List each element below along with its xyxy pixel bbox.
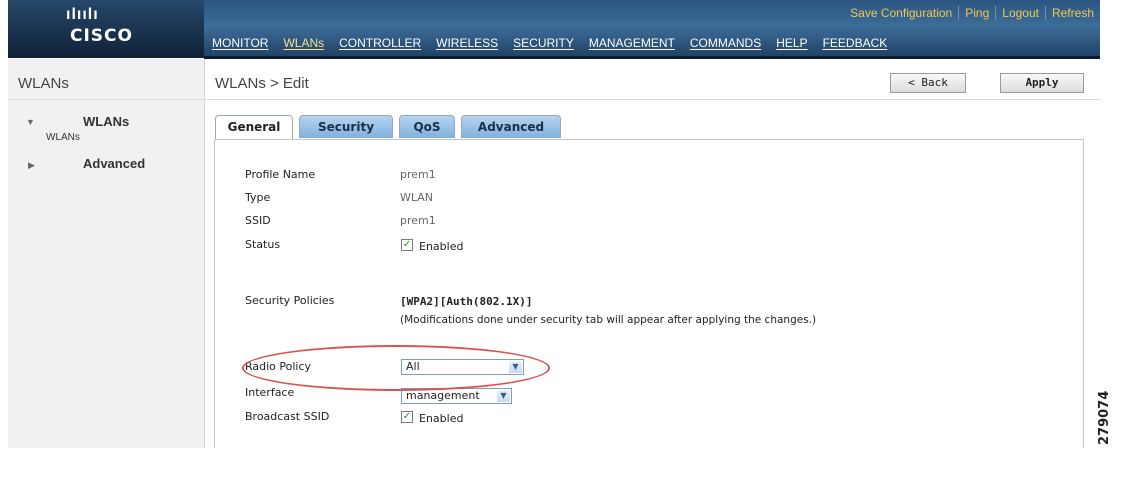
utility-links: Save Configuration Ping Logout Refresh <box>844 6 1100 20</box>
type-value: WLAN <box>400 191 434 204</box>
nav-wireless[interactable]: WIRELESS <box>436 36 498 50</box>
sidebar-item-advanced[interactable]: Advanced <box>83 156 145 171</box>
interface-label: Interface <box>245 386 295 399</box>
save-configuration-link[interactable]: Save Configuration <box>844 6 958 20</box>
profile-name-value: prem1 <box>400 168 436 181</box>
logo-text: CISCO <box>70 26 133 46</box>
broadcast-ssid-checkbox[interactable]: ✓ <box>401 411 413 423</box>
general-panel: Profile Name prem1 Type WLAN SSID prem1 … <box>214 139 1084 448</box>
chevron-down-icon[interactable]: ▼ <box>497 390 510 402</box>
back-button[interactable]: < Back <box>890 73 966 93</box>
security-policies-value: [WPA2][Auth(802.1X)] <box>400 295 533 308</box>
interface-selected: management <box>406 389 480 402</box>
sidebar: WLANs ▼ WLANs WLANs ▶ Advanced <box>8 59 205 448</box>
tab-qos[interactable]: QoS <box>399 115 455 138</box>
ping-link[interactable]: Ping <box>958 6 995 20</box>
cisco-logo: ılıılı CISCO <box>8 0 204 58</box>
status-label: Status <box>245 238 281 251</box>
sidebar-subitem-wlans[interactable]: WLANs <box>46 132 80 143</box>
profile-name-label: Profile Name <box>245 168 316 181</box>
sidebar-title: WLANs <box>18 75 69 92</box>
nav-feedback[interactable]: FEEDBACK <box>823 36 888 50</box>
ssid-label: SSID <box>245 214 271 227</box>
main-content: WLANs > Edit < Back Apply General Securi… <box>205 59 1100 448</box>
security-policies-note: (Modifications done under security tab w… <box>400 314 817 326</box>
tab-general[interactable]: General <box>215 115 293 139</box>
status-enabled-text: Enabled <box>419 240 464 253</box>
header: ılıılı CISCO Save Configuration Ping Log… <box>8 0 1100 59</box>
security-policies-label: Security Policies <box>245 294 335 307</box>
expanded-triangle-icon[interactable]: ▼ <box>26 117 35 127</box>
main-nav: MONITOR WLANs CONTROLLER WIRELESS SECURI… <box>212 36 902 50</box>
broadcast-ssid-label: Broadcast SSID <box>245 410 330 423</box>
logout-link[interactable]: Logout <box>995 6 1045 20</box>
nav-monitor[interactable]: MONITOR <box>212 36 268 50</box>
collapsed-triangle-icon[interactable]: ▶ <box>28 160 35 171</box>
type-label: Type <box>245 191 271 204</box>
ssid-value: prem1 <box>400 214 436 227</box>
tab-security[interactable]: Security <box>299 115 393 138</box>
nav-controller[interactable]: CONTROLLER <box>339 36 421 50</box>
nav-security[interactable]: SECURITY <box>513 36 574 50</box>
nav-management[interactable]: MANAGEMENT <box>589 36 675 50</box>
figure-id: 279074 <box>1097 390 1112 445</box>
nav-commands[interactable]: COMMANDS <box>690 36 761 50</box>
breadcrumb: WLANs > Edit <box>215 75 309 92</box>
screenshot: ılıılı CISCO Save Configuration Ping Log… <box>8 0 1100 448</box>
sidebar-item-wlans[interactable]: WLANs <box>83 114 129 129</box>
nav-help[interactable]: HELP <box>776 36 807 50</box>
refresh-link[interactable]: Refresh <box>1044 6 1100 20</box>
apply-button[interactable]: Apply <box>1000 73 1084 93</box>
main-divider <box>205 99 1100 100</box>
sidebar-divider <box>8 99 204 100</box>
cisco-bars-icon: ılıılı <box>66 6 99 23</box>
nav-wlans[interactable]: WLANs <box>283 36 324 50</box>
broadcast-ssid-enabled-text: Enabled <box>419 412 464 425</box>
radio-policy-highlight-ellipse <box>242 345 550 391</box>
tab-advanced[interactable]: Advanced <box>461 115 561 138</box>
status-checkbox[interactable]: ✓ <box>401 239 413 251</box>
